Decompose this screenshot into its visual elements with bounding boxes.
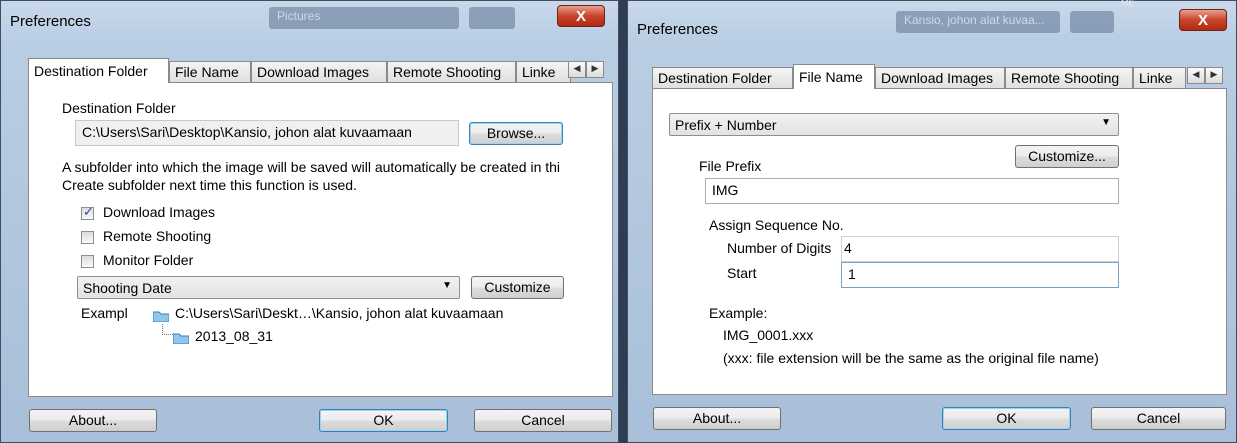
tab-destination-folder[interactable]: Destination Folder: [28, 58, 169, 83]
tab-scroll-right-icon[interactable]: ▶: [1205, 67, 1223, 84]
close-button[interactable]: X: [557, 5, 605, 27]
file-prefix-input[interactable]: IMG: [705, 178, 1119, 204]
preferences-dialog-destination: Preferences Pictures X Destination Folde…: [0, 0, 619, 443]
file-name-format-value: Prefix + Number: [675, 117, 777, 133]
tab-remote-shooting[interactable]: Remote Shooting: [387, 61, 516, 82]
download-images-label: Download Images: [103, 204, 216, 220]
monitor-folder-checkbox[interactable]: [81, 255, 94, 268]
example-path: C:\Users\Sari\Deskt…\Kansio, johon alat …: [175, 305, 504, 321]
background-window-tag: ME: [1121, 0, 1135, 8]
tab-download-images[interactable]: Download Images: [251, 61, 387, 82]
close-button[interactable]: X: [1179, 9, 1227, 31]
subfolder-format-value: Shooting Date: [83, 280, 172, 296]
subfolder-format-select[interactable]: Shooting Date ▼: [77, 276, 460, 299]
customize-button[interactable]: Customize: [471, 276, 564, 299]
dropdown-arrow-icon: ▼: [1101, 117, 1111, 128]
download-images-checkbox[interactable]: ✓: [81, 205, 94, 220]
preferences-dialog-filename: Preferences Kansio, johon alat kuvaa... …: [627, 0, 1237, 443]
example-label: Exampl: [81, 305, 128, 321]
number-of-digits-label: Number of Digits: [727, 240, 832, 256]
monitor-folder-label: Monitor Folder: [103, 252, 194, 268]
tab-scroll-right-icon[interactable]: ▶: [586, 61, 604, 78]
ok-button[interactable]: OK: [319, 409, 448, 432]
tab-file-name[interactable]: File Name: [169, 61, 251, 82]
remote-shooting-checkbox[interactable]: [81, 231, 94, 244]
number-of-digits-field[interactable]: 4: [841, 236, 1119, 262]
cancel-button[interactable]: Cancel: [474, 409, 612, 432]
example-file-name: IMG_0001.xxx: [723, 327, 814, 343]
tab-scroll-left-icon[interactable]: ◀: [1187, 67, 1205, 84]
tab-file-name[interactable]: File Name: [793, 64, 875, 89]
cancel-button[interactable]: Cancel: [1091, 407, 1226, 430]
remote-shooting-label: Remote Shooting: [103, 228, 212, 244]
assign-sequence-label: Assign Sequence No.: [709, 217, 844, 233]
window-title: Preferences: [10, 13, 91, 30]
file-prefix-label: File Prefix: [699, 158, 762, 174]
file-name-format-select[interactable]: Prefix + Number ▼: [669, 113, 1119, 136]
tab-linked[interactable]: Linke: [516, 61, 571, 82]
tab-download-images[interactable]: Download Images: [875, 67, 1005, 88]
tab-strip: Destination Folder File Name Download Im…: [652, 64, 1227, 89]
tab-destination-folder[interactable]: Destination Folder: [652, 67, 793, 88]
customize-button[interactable]: Customize...: [1015, 145, 1119, 168]
desktop-gap: [619, 0, 627, 443]
destination-folder-label: Destination Folder: [62, 100, 176, 116]
background-window-field: [469, 7, 515, 29]
subfolder-info-line2: Create subfolder next time this function…: [62, 177, 357, 193]
tab-remote-shooting[interactable]: Remote Shooting: [1005, 67, 1133, 88]
check-icon: ✓: [83, 205, 94, 220]
tab-panel: Prefix + Number ▼ Customize... File Pref…: [652, 88, 1227, 395]
background-window-field: [1070, 11, 1114, 33]
close-icon: X: [575, 8, 586, 25]
tab-panel: Destination Folder C:\Users\Sari\Desktop…: [28, 82, 613, 397]
start-label: Start: [727, 265, 757, 281]
subfolder-icon: [173, 333, 189, 344]
example-subfolder: 2013_08_31: [195, 328, 273, 344]
window-title: Preferences: [637, 21, 718, 38]
example-label: Example:: [709, 305, 768, 321]
title-bar: Preferences Pictures X: [1, 1, 618, 43]
close-icon: X: [1197, 12, 1208, 29]
subfolder-info-line1: A subfolder into which the image will be…: [62, 159, 561, 175]
ok-button[interactable]: OK: [942, 407, 1071, 430]
background-window-title: Kansio, johon alat kuvaa...: [896, 11, 1060, 33]
tab-strip: Destination Folder File Name Download Im…: [28, 58, 613, 83]
background-window-title: Pictures: [269, 7, 459, 29]
tab-linked[interactable]: Linke: [1133, 67, 1186, 88]
tab-scroll-left-icon[interactable]: ◀: [568, 61, 586, 78]
about-button[interactable]: About...: [653, 407, 781, 430]
about-button[interactable]: About...: [29, 409, 157, 432]
tree-connector: [162, 324, 173, 335]
browse-button[interactable]: Browse...: [469, 122, 563, 145]
dropdown-arrow-icon: ▼: [442, 280, 452, 291]
start-number-input[interactable]: 1: [841, 262, 1119, 288]
example-extension-note: (xxx: file extension will be the same as…: [723, 350, 1099, 366]
folder-icon: [153, 311, 169, 322]
destination-path-field[interactable]: C:\Users\Sari\Desktop\Kansio, johon alat…: [75, 120, 459, 146]
title-bar: Preferences Kansio, johon alat kuvaa... …: [628, 0, 1236, 43]
